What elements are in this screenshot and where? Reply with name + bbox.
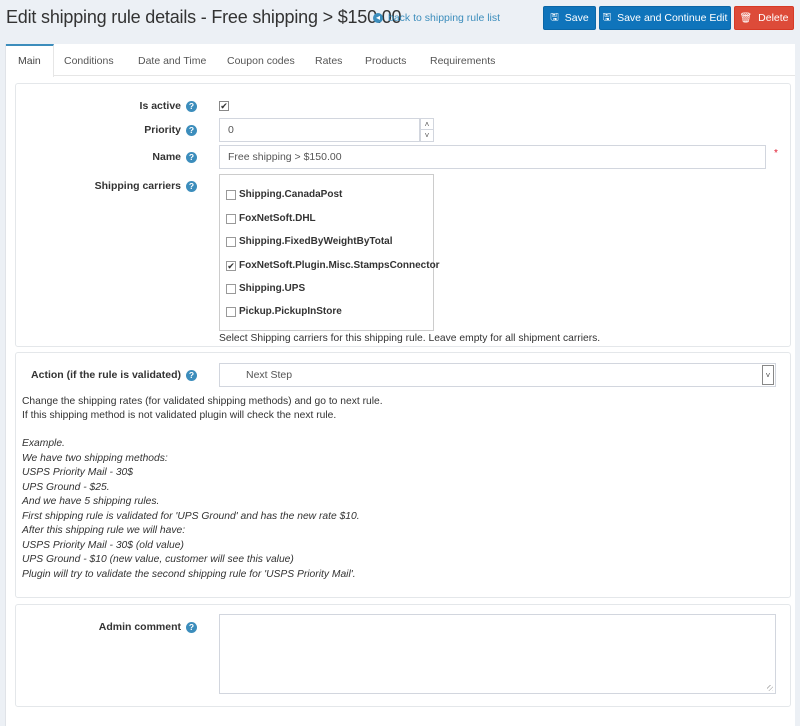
tab-rates[interactable]: Rates: [315, 44, 342, 76]
carrier-item[interactable]: Shipping.FixedByWeightByTotal: [226, 236, 393, 247]
shipping-carriers-label-text: Shipping carriers: [94, 180, 181, 192]
example-line: And we have 5 shipping rules.: [22, 496, 160, 507]
is-active-checkbox[interactable]: ✔: [219, 101, 229, 111]
example-line: UPS Ground - $25.: [22, 481, 110, 493]
priority-stepper[interactable]: ˄ ˅: [420, 118, 434, 142]
trash-icon: 🗑: [739, 12, 753, 24]
is-active-label-text: Is active: [139, 100, 181, 112]
priority-label-text: Priority: [144, 124, 181, 136]
is-active-label: Is active ?: [16, 99, 197, 113]
save-and-continue-button[interactable]: 🖫 Save and Continue Edit: [599, 6, 731, 30]
priority-input[interactable]: 0: [219, 118, 420, 142]
carrier-item[interactable]: Shipping.CanadaPost: [226, 189, 342, 200]
tab-conditions[interactable]: Conditions: [64, 44, 114, 76]
required-mark: *: [774, 148, 778, 159]
shipping-carriers-list[interactable]: Shipping.CanadaPost FoxNetSoft.DHL Shipp…: [219, 174, 440, 331]
carrier-label: Shipping.CanadaPost: [239, 189, 343, 200]
save-and-continue-label: Save and Continue Edit: [617, 12, 728, 24]
help-icon[interactable]: ?: [186, 151, 197, 163]
delete-button-label: Delete: [758, 12, 789, 24]
name-input[interactable]: Free shipping > $150.00: [219, 145, 766, 169]
tab-requirements[interactable]: Requirements: [430, 44, 495, 76]
admin-comment-label: Admin comment ?: [16, 620, 197, 634]
back-to-list-link[interactable]: ◂ back to shipping rule list: [373, 12, 500, 24]
help-icon[interactable]: ?: [186, 124, 197, 136]
floppy-disk-icon: 🖫: [550, 11, 559, 23]
action-label-text: Action (if the rule is validated): [31, 369, 181, 381]
example-line: Example.: [22, 438, 65, 449]
tab-date-and-time[interactable]: Date and Time: [138, 44, 206, 76]
carrier-label: FoxNetSoft.DHL: [239, 213, 316, 224]
action-select[interactable]: Next Step ˅: [219, 363, 776, 387]
tab-products[interactable]: Products: [365, 44, 406, 76]
help-icon[interactable]: ?: [186, 621, 197, 633]
example-line: Plugin will try to validate the second s…: [22, 568, 356, 580]
main-settings-panel: Is active ? ✔ Priority ? 0 ˄ ˅ Name ? Fr…: [15, 83, 791, 347]
tab-main[interactable]: Main: [6, 44, 54, 77]
carrier-label: Pickup.PickupInStore: [239, 306, 342, 317]
help-icon[interactable]: ?: [186, 180, 197, 192]
delete-button[interactable]: 🗑 Delete: [734, 6, 794, 30]
admin-comment-textarea[interactable]: [219, 614, 776, 694]
carrier-item[interactable]: Pickup.PickupInStore: [226, 306, 342, 317]
page-edge: [795, 44, 800, 726]
tab-coupon-codes[interactable]: Coupon codes: [227, 44, 295, 76]
floppy-disk-icon: 🖫: [602, 11, 612, 23]
example-line: USPS Priority Mail - 30$ (old value): [22, 539, 184, 551]
tab-container: Main Conditions Date and Time Coupon cod…: [5, 44, 800, 726]
save-button-label: Save: [564, 12, 589, 24]
example-line: We have two shipping methods:: [22, 452, 168, 464]
shipping-carriers-label: Shipping carriers ?: [16, 179, 197, 193]
example-line: After this shipping rule we will have:: [22, 525, 186, 536]
help-icon[interactable]: ?: [186, 100, 197, 112]
action-description-line: If this shipping method is not validated…: [22, 410, 337, 421]
carrier-item[interactable]: FoxNetSoft.DHL: [226, 213, 316, 224]
arrow-circle-left-icon: ◂: [373, 13, 383, 23]
carrier-checkbox[interactable]: [226, 213, 236, 224]
action-panel: Action (if the rule is validated) ? Next…: [15, 352, 791, 598]
shipping-carriers-hint: Select Shipping carriers for this shippi…: [219, 333, 601, 344]
chevron-down-icon[interactable]: ˅: [762, 365, 774, 385]
action-select-value: Next Step: [246, 369, 293, 381]
example-line: USPS Priority Mail - 30$: [22, 467, 134, 478]
carrier-label: Shipping.FixedByWeightByTotal: [239, 236, 393, 247]
back-link-label: back to shipping rule list: [388, 12, 501, 24]
example-line: First shipping rule is validated for 'UP…: [22, 510, 360, 522]
carrier-checkbox[interactable]: [226, 306, 236, 317]
carrier-item[interactable]: ✔ FoxNetSoft.Plugin.Misc.StampsConnector: [226, 260, 440, 271]
page-header: Edit shipping rule details - Free shippi…: [0, 0, 800, 38]
carrier-checkbox[interactable]: [226, 283, 236, 294]
carrier-label: Shipping.UPS: [239, 283, 306, 294]
example-line: UPS Ground - $10 (new value, customer wi…: [22, 554, 294, 565]
carrier-item[interactable]: Shipping.UPS: [226, 283, 305, 294]
chevron-up-icon[interactable]: ˄: [421, 119, 433, 130]
admin-comment-panel: Admin comment ?: [15, 604, 791, 707]
carrier-checkbox[interactable]: [226, 189, 236, 200]
carrier-checkbox[interactable]: [226, 236, 236, 247]
resize-handle-icon[interactable]: [767, 685, 773, 691]
page-title: Edit shipping rule details - Free shippi…: [6, 7, 402, 27]
carrier-label: FoxNetSoft.Plugin.Misc.StampsConnector: [239, 260, 440, 271]
chevron-down-icon[interactable]: ˅: [421, 130, 433, 141]
name-label-text: Name: [152, 151, 181, 163]
tab-bar: Main Conditions Date and Time Coupon cod…: [6, 44, 800, 77]
help-icon[interactable]: ?: [186, 369, 197, 381]
priority-label: Priority ?: [16, 123, 197, 137]
admin-comment-label-text: Admin comment: [98, 621, 181, 633]
action-label: Action (if the rule is validated) ?: [16, 368, 197, 382]
action-description-line: Change the shipping rates (for validated…: [22, 396, 383, 407]
save-button[interactable]: 🖫 Save: [543, 6, 596, 30]
carrier-checkbox-checked[interactable]: ✔: [226, 260, 236, 271]
name-label: Name ?: [16, 150, 197, 164]
